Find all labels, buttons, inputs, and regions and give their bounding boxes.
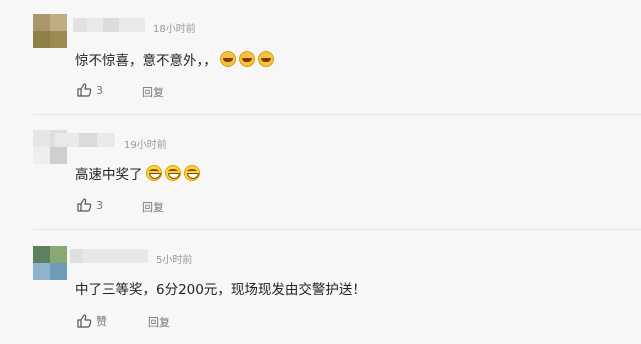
like-button[interactable]: 3: [77, 198, 103, 212]
like-label: 赞: [96, 315, 107, 328]
comment-body: 中了三等奖，6分200元，现场现发由交警护送！: [75, 282, 366, 298]
avatar-pixel: [50, 246, 67, 263]
avatar-pixel: [50, 147, 67, 164]
avatar-pixel: [33, 130, 50, 147]
grin-emoji-icon: [183, 165, 200, 181]
avatar-pixel: [33, 246, 50, 263]
avatar[interactable]: [33, 14, 67, 48]
reply-button[interactable]: 回复: [148, 314, 170, 330]
grin-emoji-icon: [164, 165, 181, 181]
avatar[interactable]: [33, 246, 67, 280]
comment-body: 惊不惊喜，意不意外，，: [75, 53, 217, 69]
reply-button[interactable]: 回复: [142, 199, 164, 215]
like-button[interactable]: 赞: [77, 313, 107, 329]
reply-button[interactable]: 回复: [142, 84, 164, 100]
comment-time: 5小时前: [156, 255, 193, 266]
thumbs-up-icon: [77, 83, 92, 97]
name-block: [70, 249, 82, 263]
divider: [33, 114, 641, 115]
avatar-pixel: [50, 263, 67, 280]
avatar-pixel: [33, 263, 50, 280]
username-blurred[interactable]: [55, 133, 115, 147]
comment-text: 惊不惊喜，意不意外，，: [75, 49, 274, 69]
comment-time: 19小时前: [124, 140, 167, 151]
laugh-emoji-icon: [257, 51, 274, 67]
comment-body: 高速中奖了: [75, 167, 143, 183]
avatar-pixel: [33, 14, 50, 31]
thumbs-up-icon: [77, 314, 92, 328]
username-blurred[interactable]: [73, 18, 145, 32]
avatar-pixel: [33, 31, 50, 48]
like-count: 3: [96, 198, 103, 212]
comment-text: 中了三等奖，6分200元，现场现发由交警护送！: [75, 278, 366, 298]
name-block: [73, 18, 87, 32]
like-count: 3: [96, 83, 103, 97]
name-block: [103, 18, 119, 32]
like-button[interactable]: 3: [77, 83, 103, 97]
avatar-pixel: [50, 14, 67, 31]
name-block: [79, 133, 97, 147]
avatar-pixel: [33, 147, 50, 164]
thumbs-up-icon: [77, 198, 92, 212]
laugh-emoji-icon: [238, 51, 255, 67]
comment-time: 18小时前: [153, 24, 196, 35]
laugh-emoji-icon: [219, 51, 236, 67]
divider: [33, 229, 641, 230]
comment-text: 高速中奖了: [75, 163, 200, 183]
avatar-pixel: [50, 31, 67, 48]
grin-emoji-icon: [145, 165, 162, 181]
username-blurred[interactable]: [70, 249, 148, 263]
